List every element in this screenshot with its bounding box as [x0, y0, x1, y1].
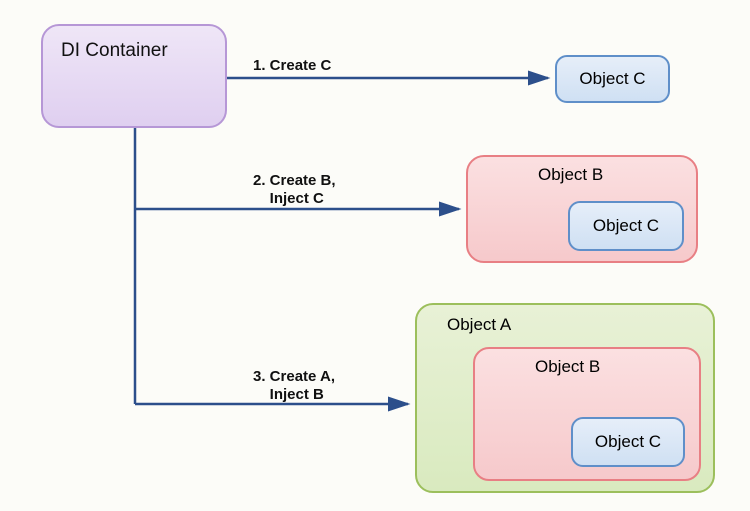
object-b-label-1: Object B: [538, 165, 603, 185]
object-a-box: Object A Object B Object C: [415, 303, 715, 493]
object-b-box-1: Object B Object C: [466, 155, 698, 263]
di-container-label: DI Container: [61, 40, 168, 62]
object-b-box-2: Object B Object C: [473, 347, 701, 481]
object-c-label-3: Object C: [595, 432, 661, 452]
step-3-label: 3. Create A, Inject B: [253, 368, 335, 404]
object-c-label-2: Object C: [593, 216, 659, 236]
object-c-box-1: Object C: [555, 55, 670, 103]
diagram-canvas: DI Container 1. Create C 2. Create B, In…: [0, 0, 750, 511]
object-a-label: Object A: [447, 315, 511, 335]
object-b-label-2: Object B: [535, 357, 699, 377]
step-2-label: 2. Create B, Inject C: [253, 172, 336, 208]
object-c-label-1: Object C: [579, 69, 645, 89]
step-1-label: 1. Create C: [253, 57, 331, 75]
object-c-box-3: Object C: [571, 417, 685, 467]
object-c-box-2: Object C: [568, 201, 684, 251]
di-container-box: DI Container: [41, 24, 227, 128]
